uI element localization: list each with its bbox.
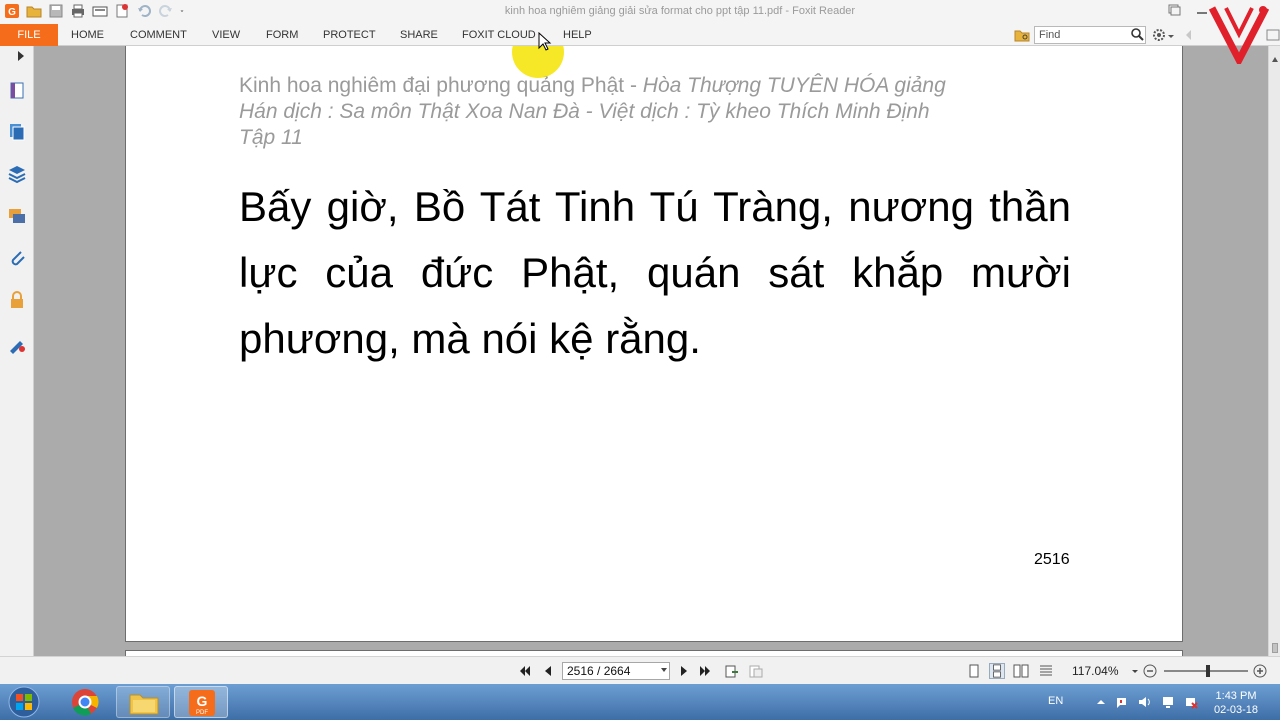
zoom-out-icon[interactable] xyxy=(1142,663,1158,679)
show-hidden-icons-icon[interactable] xyxy=(1094,695,1108,709)
page-number-value: 2516 / 2664 xyxy=(567,664,631,678)
tab-file[interactable]: FILE xyxy=(0,24,58,46)
continuous-page-icon[interactable] xyxy=(989,663,1005,679)
start-button-icon[interactable] xyxy=(4,686,44,718)
header-line-3: Tập 11 xyxy=(239,125,1069,151)
attachment-icon[interactable] xyxy=(7,248,27,268)
lock-icon[interactable] xyxy=(7,290,27,310)
header-line-2: Hán dịch : Sa môn Thật Xoa Nan Đà - Việt… xyxy=(239,99,1069,125)
single-page-icon[interactable] xyxy=(966,663,982,679)
header-line-1: Kinh hoa nghiêm đại phương quảng Phật - … xyxy=(239,73,1069,99)
bookmark-icon[interactable] xyxy=(7,80,27,100)
page-number: 2516 xyxy=(1034,551,1070,568)
zoom-level[interactable]: 117.04% xyxy=(1072,664,1118,678)
signature-icon[interactable] xyxy=(7,334,27,354)
zoom-dropdown-icon[interactable] xyxy=(1131,663,1139,679)
tab-form[interactable]: FORM xyxy=(266,24,298,46)
last-page-icon[interactable] xyxy=(698,663,714,679)
clock-date: 02-03-18 xyxy=(1213,704,1259,716)
page-number-input[interactable]: 2516 / 2664 xyxy=(562,662,670,680)
title-bar: G kinh hoa nghiêm giảng giải sửa format … xyxy=(0,0,1280,24)
channel-logo-icon xyxy=(1208,6,1270,64)
navigation-panel xyxy=(0,46,34,656)
clock-time: 1:43 PM xyxy=(1215,690,1257,702)
taskbar-chrome[interactable] xyxy=(58,686,112,718)
zoom-in-icon[interactable] xyxy=(1252,663,1268,679)
chevron-down-icon[interactable] xyxy=(1167,27,1175,43)
header-author: Hòa Thượng TUYÊN HÓA giảng xyxy=(642,74,946,97)
taskbar-foxit-reader[interactable]: G PDF xyxy=(174,686,228,718)
previous-view-icon[interactable] xyxy=(724,663,740,679)
nav-back-icon[interactable] xyxy=(1181,27,1197,43)
folder-search-icon[interactable] xyxy=(1014,27,1030,43)
pdf-page: Kinh hoa nghiêm đại phương quảng Phật - … xyxy=(125,46,1183,642)
tab-foxit-cloud[interactable]: FOXIT CLOUD xyxy=(462,24,536,46)
page-dropdown-icon[interactable] xyxy=(661,668,667,672)
page-header: Kinh hoa nghiêm đại phương quảng Phật - … xyxy=(239,73,1069,151)
tab-share[interactable]: SHARE xyxy=(400,24,438,46)
folder-icon xyxy=(129,694,159,715)
svg-text:PDF: PDF xyxy=(196,710,208,716)
ribbon-tab-bar: FILE HOME COMMENT VIEW FORM PROTECT SHAR… xyxy=(0,24,1280,46)
window-title: kinh hoa nghiêm giảng giải sửa format ch… xyxy=(504,5,856,17)
search-icon[interactable] xyxy=(1129,26,1145,42)
status-bar: 2516 / 2664 117.04% xyxy=(0,656,1280,684)
layers-icon[interactable] xyxy=(7,164,27,184)
windows-taskbar: G PDF EN 1:43 PM 02-03-18 xyxy=(0,684,1280,720)
power-icon[interactable] xyxy=(1184,695,1198,709)
previous-page-icon[interactable] xyxy=(540,663,556,679)
next-page-icon[interactable] xyxy=(676,663,692,679)
svg-text:G: G xyxy=(197,693,208,709)
header-episode: Tập 11 xyxy=(239,126,303,149)
volume-icon[interactable] xyxy=(1138,695,1152,709)
comments-icon[interactable] xyxy=(7,206,27,226)
scroll-thumb[interactable] xyxy=(1272,643,1278,653)
tab-view[interactable]: VIEW xyxy=(212,24,240,46)
header-translation: Hán dịch : Sa môn Thật Xoa Nan Đà - Việt… xyxy=(239,100,930,123)
taskbar-explorer[interactable] xyxy=(116,686,170,718)
system-clock[interactable]: 1:43 PM 02-03-18 xyxy=(1206,689,1266,717)
document-view[interactable]: Kinh hoa nghiêm đại phương quảng Phật - … xyxy=(35,46,1268,656)
foxit-reader-window: G kinh hoa nghiêm giảng giải sửa format … xyxy=(0,0,1280,720)
tab-comment[interactable]: COMMENT xyxy=(130,24,187,46)
scroll-up-icon[interactable] xyxy=(1271,56,1279,64)
first-page-icon[interactable] xyxy=(516,663,532,679)
action-center-icon[interactable] xyxy=(1114,695,1128,709)
facing-page-icon[interactable] xyxy=(1013,663,1029,679)
restore-icon[interactable] xyxy=(1166,3,1182,17)
window-controls xyxy=(1166,3,1210,17)
foxit-pdf-icon: GPDF xyxy=(189,690,215,716)
language-indicator[interactable]: EN xyxy=(1048,695,1063,707)
vertical-scrollbar[interactable] xyxy=(1268,46,1280,656)
pages-thumbnail-icon[interactable] xyxy=(7,122,27,142)
network-icon[interactable] xyxy=(1162,695,1176,709)
tab-help[interactable]: HELP xyxy=(563,24,592,46)
next-view-icon[interactable] xyxy=(748,663,764,679)
chrome-icon xyxy=(72,689,99,716)
tab-home[interactable]: HOME xyxy=(71,24,104,46)
expand-arrow-icon[interactable] xyxy=(16,50,26,62)
gear-icon[interactable] xyxy=(1151,27,1167,43)
tab-protect[interactable]: PROTECT xyxy=(323,24,376,46)
header-title: Kinh hoa nghiêm đại phương quảng Phật - xyxy=(239,74,643,97)
mouse-cursor-icon xyxy=(538,32,552,51)
continuous-facing-icon[interactable] xyxy=(1038,663,1054,679)
page-body-text: Bấy giờ, Bồ Tát Tinh Tú Tràng, nương thầ… xyxy=(239,183,1071,362)
zoom-slider-handle[interactable] xyxy=(1206,665,1210,677)
